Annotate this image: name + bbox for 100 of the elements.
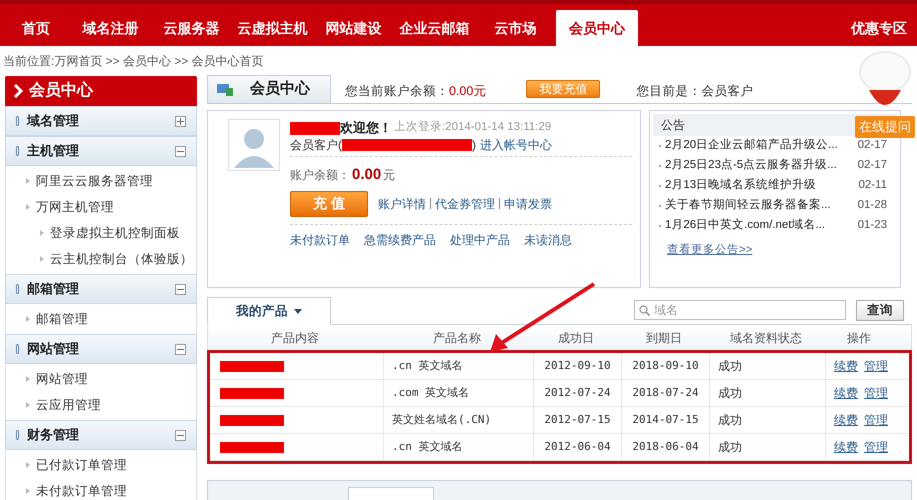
promo-link[interactable]: 优惠专区 bbox=[843, 10, 915, 46]
status-cell: 成功 bbox=[710, 407, 826, 433]
account-center-link[interactable]: 进入帐号中心 bbox=[480, 136, 552, 154]
nav-tab[interactable]: 会员中心 bbox=[556, 10, 638, 46]
action-link[interactable]: 续费 bbox=[834, 438, 858, 456]
nav-tab[interactable]: 网站建设 bbox=[313, 10, 394, 46]
column-header: 成功日 bbox=[557, 330, 595, 347]
quick-link[interactable]: 急需续费产品 bbox=[364, 231, 436, 249]
item-label[interactable]: 网站管理 bbox=[36, 370, 88, 388]
section-title: 域名管理 bbox=[27, 112, 80, 130]
status-cell: 成功 bbox=[710, 434, 826, 460]
action-link[interactable]: 管理 bbox=[864, 384, 888, 402]
sidebar-title-text: 会员中心 bbox=[29, 80, 93, 101]
bullet-icon bbox=[26, 204, 30, 210]
action-link[interactable]: 续费 bbox=[834, 411, 858, 429]
bullet-icon bbox=[26, 178, 30, 184]
expand-icon[interactable] bbox=[175, 116, 186, 126]
sidebar-section[interactable]: 域名管理 bbox=[5, 106, 197, 136]
bullet-icon bbox=[26, 488, 30, 494]
redaction-mark bbox=[220, 414, 284, 426]
quick-link[interactable]: 未付款订单 bbox=[290, 231, 350, 249]
bullet-icon bbox=[26, 402, 30, 408]
bullet-icon bbox=[16, 116, 19, 126]
section-title: 邮箱管理 bbox=[27, 280, 80, 298]
search-button[interactable]: 查询 bbox=[856, 300, 904, 321]
date-cell: 2018-06-04 bbox=[622, 434, 710, 460]
section-title: 财务管理 bbox=[27, 426, 80, 444]
column-header: 域名资料状态 bbox=[729, 330, 803, 347]
quick-link[interactable]: 处理中产品 bbox=[450, 231, 510, 249]
caret-icon bbox=[294, 308, 302, 314]
column-header: 产品内容 bbox=[270, 330, 320, 347]
nav-tab[interactable]: 云市场 bbox=[475, 10, 556, 46]
collapse-icon[interactable] bbox=[175, 146, 186, 156]
column-header: 到期日 bbox=[645, 330, 683, 347]
action-link[interactable]: 管理 bbox=[864, 357, 888, 375]
item-label[interactable]: 未付款订单管理 bbox=[36, 482, 127, 500]
sidebar-section[interactable]: 财务管理 bbox=[5, 420, 197, 450]
quick-link[interactable]: 未读消息 bbox=[524, 231, 572, 249]
item-label[interactable]: 阿里云云服务器管理 bbox=[36, 172, 153, 190]
date-cell: 2012-06-04 bbox=[534, 434, 622, 460]
search-field[interactable]: 域名 bbox=[654, 301, 834, 319]
action-link[interactable]: 管理 bbox=[864, 411, 888, 429]
product-name-cell: .cn 英文域名 bbox=[384, 353, 534, 379]
account-link[interactable]: 账户详情 bbox=[378, 194, 426, 212]
date-cell: 2012-07-24 bbox=[534, 380, 622, 406]
role-text: 您目前是：会员客户 bbox=[636, 82, 754, 100]
notice-date: 01-23 bbox=[858, 218, 887, 234]
last-login-text: 上次登录:2014-01-14 13:11:29 bbox=[394, 120, 552, 136]
search-field[interactable]: 域名 bbox=[634, 300, 846, 320]
balance-text: 您当前账户余额：0.00元 bbox=[345, 82, 486, 100]
breadcrumb: 当前位置:万网首页 >> 会员中心 >> 会员中心首页 bbox=[2, 53, 265, 70]
action-link[interactable]: 续费 bbox=[834, 384, 858, 402]
collapse-icon[interactable] bbox=[175, 284, 186, 294]
redaction-mark bbox=[220, 388, 284, 398]
column-header: 操作 bbox=[846, 330, 872, 347]
avatar-icon bbox=[228, 119, 280, 171]
status-cell: 成功 bbox=[710, 353, 826, 379]
account-link[interactable]: 代金券管理 bbox=[435, 194, 495, 212]
bullet-icon bbox=[40, 256, 44, 262]
action-link[interactable]: 管理 bbox=[864, 438, 888, 456]
nav-tab[interactable]: 云虚拟主机 bbox=[232, 10, 313, 46]
item-label[interactable]: 云主机控制台（体验版） bbox=[50, 250, 193, 268]
item-label[interactable]: 已付款订单管理 bbox=[36, 456, 127, 474]
notice-link[interactable]: 2月13日晚域名系统维护升级 bbox=[665, 177, 858, 195]
collapse-icon[interactable] bbox=[175, 430, 186, 440]
notice-date: 01-28 bbox=[858, 198, 887, 214]
item-label[interactable]: 登录虚拟主机控制面板 bbox=[50, 224, 180, 242]
bullet-icon bbox=[26, 316, 30, 322]
item-label[interactable]: 万网主机管理 bbox=[36, 198, 114, 216]
nav-tab[interactable]: 企业云邮箱 bbox=[394, 10, 475, 46]
product-name-cell: 英文姓名域名(.CN) bbox=[384, 407, 534, 433]
collapse-icon[interactable] bbox=[175, 344, 186, 354]
bullet-icon bbox=[26, 376, 30, 382]
sidebar-section[interactable]: 邮箱管理 bbox=[5, 274, 197, 304]
notice-link[interactable]: 1月26日中英文.com/.net域名... bbox=[665, 217, 858, 235]
notice-link[interactable]: 关于春节期间轻云服务器备案... bbox=[665, 197, 858, 215]
bullet-icon bbox=[40, 230, 44, 236]
bullet-icon bbox=[16, 284, 19, 294]
nav-tab[interactable]: 首页 bbox=[2, 10, 70, 46]
notice-link[interactable]: 2月25日23点-5点云服务器升级... bbox=[665, 157, 858, 175]
header-tab[interactable]: 会员中心 bbox=[207, 75, 331, 103]
redaction-mark bbox=[220, 360, 284, 372]
notice-link[interactable]: 2月20日企业云邮箱产品升级公... bbox=[665, 137, 858, 155]
item-label[interactable]: 邮箱管理 bbox=[36, 310, 88, 328]
date-cell: 2018-09-10 bbox=[622, 353, 710, 379]
item-label[interactable]: 云应用管理 bbox=[36, 396, 101, 414]
sidebar-section[interactable]: 主机管理 bbox=[5, 136, 197, 166]
bullet-icon bbox=[26, 462, 30, 468]
sidebar-section[interactable]: 网站管理 bbox=[5, 334, 197, 364]
nav-tab[interactable]: 云服务器 bbox=[151, 10, 232, 46]
date-cell: 2012-07-15 bbox=[534, 407, 622, 433]
date-cell: 2014-07-15 bbox=[622, 407, 710, 433]
account-link[interactable]: 申请发票 bbox=[504, 194, 552, 212]
products-tab[interactable]: 我的产品 bbox=[207, 297, 331, 325]
status-cell: 成功 bbox=[710, 380, 826, 406]
nav-tab[interactable]: 域名注册 bbox=[70, 10, 151, 46]
chevron-icon bbox=[13, 84, 23, 98]
action-link[interactable]: 续费 bbox=[834, 357, 858, 375]
computer-icon bbox=[216, 82, 234, 96]
more-notices-link[interactable]: 查看更多公告>> bbox=[667, 242, 752, 260]
